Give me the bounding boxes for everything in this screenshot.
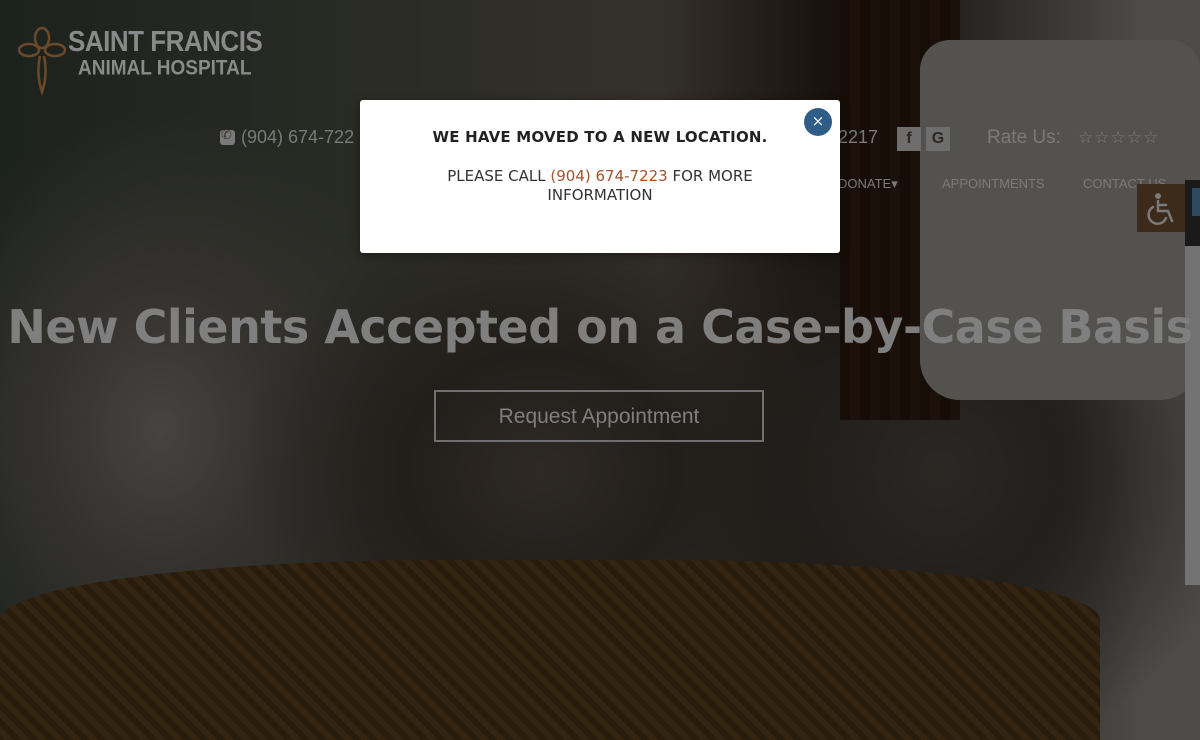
chevron-down-icon: ▾ [891,176,898,191]
nav-item-donate[interactable]: DONATE▾ [838,176,898,192]
request-appointment-button[interactable]: Request Appointment [434,390,764,442]
notice-modal: × WE HAVE MOVED TO A NEW LOCATION. PLEAS… [360,100,840,253]
modal-body: PLEASE CALL (904) 674-7223 FOR MORE INFO… [400,167,800,205]
site-logo[interactable]: SAINT FRANCIS ANIMAL HOSPITAL [18,24,263,96]
nav-donate-label: DONATE [838,176,892,191]
logo-line-2: ANIMAL HOSPITAL [78,56,252,80]
nav-item-appointments[interactable]: APPOINTMENTS [942,176,1045,191]
phone-icon [220,127,235,145]
modal-body-prefix: PLEASE CALL [447,167,551,185]
phone-number: (904) 674-722 [241,127,355,147]
side-strip-tab[interactable] [1192,188,1200,216]
rating-stars[interactable]: ☆☆☆☆☆ [1078,128,1159,148]
hero-title: New Clients Accepted on a Case-by-Case B… [7,300,1193,354]
wheelchair-icon [1147,193,1174,225]
cross-logo-icon [18,26,66,96]
logo-text: SAINT FRANCIS ANIMAL HOSPITAL [68,24,263,81]
modal-title: WE HAVE MOVED TO A NEW LOCATION. [432,128,768,146]
phone-link[interactable]: (904) 674-722 [220,127,354,148]
accessibility-button[interactable] [1137,184,1185,232]
facebook-icon[interactable]: f [897,127,921,151]
rate-us-label: Rate Us: [987,127,1061,148]
modal-phone-link[interactable]: (904) 674-7223 [550,167,667,185]
google-icon[interactable]: G [926,127,950,151]
phone-link-secondary[interactable]: 2217 [838,127,878,148]
logo-line-1: SAINT FRANCIS [68,24,263,58]
